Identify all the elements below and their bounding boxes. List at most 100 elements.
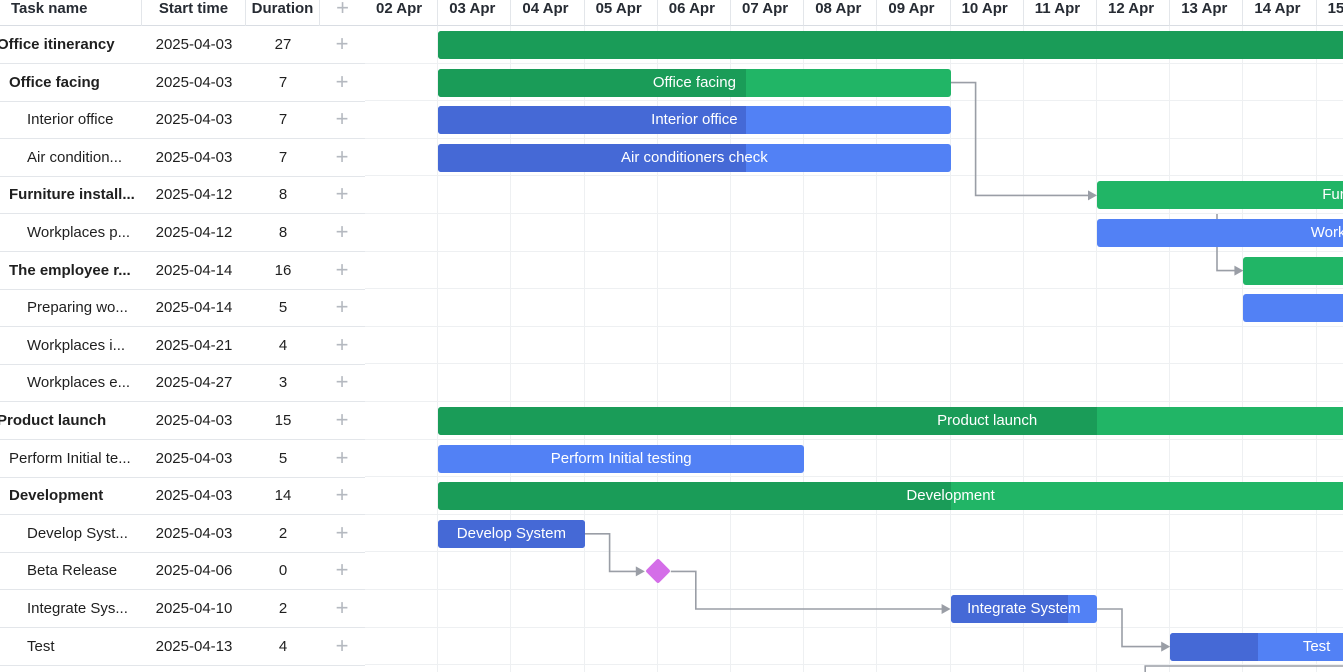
add-subtask-icon[interactable]: + — [320, 590, 364, 627]
duration-cell[interactable]: 5 — [246, 440, 320, 477]
project-bar[interactable]: Development — [438, 482, 1343, 511]
task-name-cell[interactable]: Workplaces e... — [27, 364, 142, 401]
start-time-cell[interactable]: 2025-04-03 — [142, 26, 246, 63]
task-name-cell[interactable]: Office itinerancy — [0, 26, 142, 63]
task-bar[interactable]: Interior office — [438, 106, 951, 135]
grid-row[interactable]: Integrate Sys... 2025-04-10 2 + — [0, 590, 365, 628]
start-time-cell[interactable]: 2025-04-13 — [142, 628, 246, 665]
add-subtask-icon[interactable]: + — [320, 252, 364, 289]
project-bar[interactable]: Product launch — [438, 407, 1343, 435]
dependency-link[interactable] — [1144, 665, 1343, 672]
start-time-cell[interactable]: 2025-04-03 — [142, 515, 246, 552]
duration-cell[interactable]: 7 — [246, 64, 320, 101]
add-subtask-icon[interactable]: + — [320, 214, 364, 251]
duration-cell[interactable]: 5 — [246, 289, 320, 326]
column-header-duration[interactable]: Duration — [246, 0, 320, 26]
duration-cell[interactable]: 8 — [246, 214, 320, 251]
add-subtask-icon[interactable]: + — [320, 364, 364, 401]
task-name-cell[interactable]: Develop Syst... — [27, 515, 142, 552]
duration-cell[interactable]: 4 — [246, 327, 320, 364]
task-bar[interactable] — [1243, 294, 1343, 323]
dependency-link[interactable] — [1097, 608, 1163, 648]
project-bar[interactable] — [1243, 256, 1343, 285]
add-subtask-icon[interactable]: + — [320, 176, 364, 213]
task-bar[interactable]: Air conditioners check — [438, 143, 951, 172]
start-time-cell[interactable]: 2025-04-14 — [142, 289, 246, 326]
task-name-cell[interactable]: Workplaces i... — [27, 327, 142, 364]
task-name-cell[interactable]: Workplaces p... — [27, 214, 142, 251]
dependency-link[interactable] — [950, 81, 1089, 197]
start-time-cell[interactable]: 2025-04-03 — [142, 440, 246, 477]
start-time-cell[interactable]: 2025-04-03 — [142, 477, 246, 514]
task-bar[interactable]: Workplaces preparation — [1097, 219, 1343, 247]
start-time-cell[interactable]: 2025-04-03 — [142, 64, 246, 101]
task-bar[interactable]: Develop System — [438, 519, 585, 548]
task-name-cell[interactable]: Test — [27, 628, 142, 665]
duration-cell[interactable]: 2 — [246, 590, 320, 627]
duration-cell[interactable]: 3 — [246, 364, 320, 401]
add-subtask-icon[interactable]: + — [320, 139, 364, 176]
project-bar[interactable]: Furniture installation — [1097, 181, 1343, 210]
grid-row[interactable]: Office facing 2025-04-03 7 + — [0, 64, 365, 102]
start-time-cell[interactable]: 2025-04-03 — [142, 402, 246, 439]
grid-row[interactable]: Development 2025-04-03 14 + — [0, 477, 365, 516]
grid-row[interactable]: The employee r... 2025-04-14 16 + — [0, 252, 365, 290]
duration-cell[interactable]: 2 — [246, 515, 320, 552]
grid-row[interactable]: Air condition... 2025-04-03 7 + — [0, 139, 365, 177]
grid-row[interactable]: Workplaces p... 2025-04-12 8 + — [0, 214, 365, 252]
grid-row[interactable]: Furniture install... 2025-04-12 8 + — [0, 176, 365, 215]
task-bar[interactable]: Perform Initial testing — [438, 444, 805, 473]
task-name-cell[interactable]: Beta Release — [27, 552, 142, 589]
grid-row[interactable]: Office itinerancy 2025-04-03 27 + — [0, 26, 365, 64]
duration-cell[interactable]: 8 — [246, 176, 320, 213]
duration-cell[interactable]: 16 — [246, 252, 320, 289]
dependency-link[interactable] — [584, 533, 637, 573]
add-subtask-icon[interactable]: + — [320, 477, 364, 514]
duration-cell[interactable]: 27 — [246, 26, 320, 63]
start-time-cell[interactable]: 2025-04-03 — [142, 101, 246, 138]
duration-cell[interactable]: 0 — [246, 552, 320, 589]
grid-row[interactable]: Workplaces i... 2025-04-21 4 + — [0, 327, 365, 365]
task-name-cell[interactable]: Air condition... — [27, 139, 142, 176]
task-name-cell[interactable]: The employee r... — [9, 252, 142, 289]
task-bar[interactable]: Test — [1170, 632, 1343, 661]
start-time-cell[interactable]: 2025-04-06 — [142, 552, 246, 589]
grid-row[interactable]: Preparing wo... 2025-04-14 5 + — [0, 289, 365, 328]
start-time-cell[interactable]: 2025-04-21 — [142, 327, 246, 364]
grid-row[interactable]: Perform Initial te... 2025-04-03 5 + — [0, 440, 365, 478]
column-header-start-time[interactable]: Start time — [142, 0, 246, 26]
add-subtask-icon[interactable]: + — [320, 552, 364, 589]
task-name-cell[interactable]: Perform Initial te... — [9, 440, 142, 477]
duration-cell[interactable]: 7 — [246, 101, 320, 138]
task-name-cell[interactable]: Interior office — [27, 101, 142, 138]
dependency-link[interactable] — [670, 570, 943, 610]
add-subtask-icon[interactable]: + — [320, 402, 364, 439]
grid-row[interactable]: Workplaces e... 2025-04-27 3 + — [0, 364, 365, 403]
duration-cell[interactable]: 14 — [246, 477, 320, 514]
start-time-cell[interactable]: 2025-04-12 — [142, 214, 246, 251]
add-subtask-icon[interactable]: + — [320, 327, 364, 364]
add-subtask-icon[interactable]: + — [320, 64, 364, 101]
add-subtask-icon[interactable]: + — [320, 26, 364, 63]
add-subtask-icon[interactable]: + — [320, 289, 364, 326]
grid-row[interactable]: Beta Release 2025-04-06 0 + — [0, 552, 365, 591]
start-time-cell[interactable]: 2025-04-12 — [142, 176, 246, 213]
task-name-cell[interactable]: Office facing — [9, 64, 142, 101]
task-name-cell[interactable]: Furniture install... — [9, 176, 142, 213]
project-bar[interactable] — [438, 31, 1343, 59]
duration-cell[interactable]: 4 — [246, 628, 320, 665]
add-task-header-icon[interactable]: + — [320, 0, 365, 26]
add-subtask-icon[interactable]: + — [320, 440, 364, 477]
add-subtask-icon[interactable]: + — [320, 515, 364, 552]
duration-cell[interactable]: 7 — [246, 139, 320, 176]
grid-row[interactable]: Product launch 2025-04-03 15 + — [0, 402, 365, 440]
duration-cell[interactable]: 15 — [246, 402, 320, 439]
grid-row[interactable]: Interior office 2025-04-03 7 + — [0, 101, 365, 140]
project-bar[interactable]: Office facing — [438, 68, 951, 97]
task-name-cell[interactable]: Integrate Sys... — [27, 590, 142, 627]
task-name-cell[interactable]: Development — [9, 477, 142, 514]
add-subtask-icon[interactable]: + — [320, 101, 364, 138]
grid-row[interactable]: Develop Syst... 2025-04-03 2 + — [0, 515, 365, 553]
start-time-cell[interactable]: 2025-04-10 — [142, 590, 246, 627]
task-bar[interactable]: Integrate System — [950, 595, 1097, 623]
